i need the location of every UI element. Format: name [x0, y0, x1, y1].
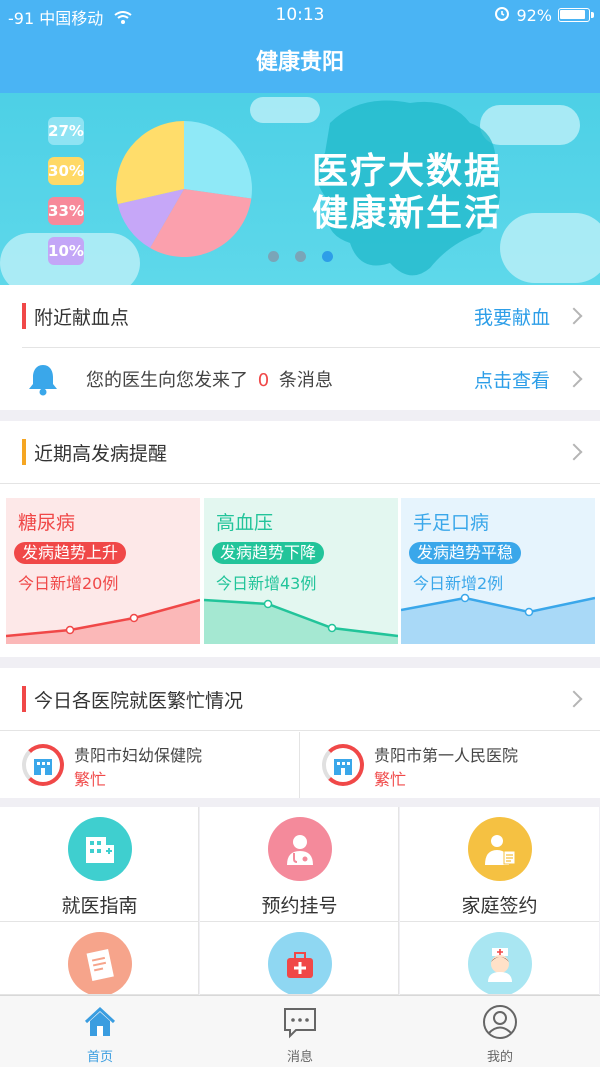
disease-alert-title: 近期高发病提醒 [34, 442, 168, 465]
legend-tag: 33% [48, 197, 84, 225]
hospital-icon [322, 744, 364, 786]
service-records[interactable] [0, 922, 199, 995]
chevron-right-icon [565, 690, 583, 708]
banner-slogan: 医疗大数据 健康新生活 [312, 151, 502, 235]
tab-home[interactable]: 首页 [0, 996, 200, 1067]
message-icon [284, 1008, 316, 1039]
bell-icon [26, 362, 60, 400]
divider [0, 483, 600, 484]
banner-carousel[interactable]: 27% 30% 33% 10% 医疗大数据 健康新生活 [0, 93, 600, 285]
carousel-dot[interactable] [295, 251, 306, 262]
tab-profile[interactable]: 我的 [400, 996, 600, 1067]
view-messages-link[interactable]: 点击查看 [474, 366, 550, 393]
hospital-item[interactable]: 贵阳市妇幼保健院 繁忙 [0, 732, 299, 796]
chevron-right-icon [565, 307, 583, 325]
banner-line-1: 医疗大数据 [312, 151, 503, 192]
medical-kit-icon [268, 932, 332, 994]
divider [0, 730, 600, 731]
tab-label: 我的 [486, 1050, 513, 1065]
disease-card-diabetes[interactable]: 糖尿病 发病趋势上升 今日新增20例 [6, 498, 200, 644]
legend-tag: 27% [48, 117, 84, 145]
status-bar: -91 中国移动 10:13 92% [0, 0, 600, 30]
battery-icon [558, 8, 594, 22]
page-title: 健康贵阳 [255, 50, 344, 75]
home-icon [84, 1006, 116, 1036]
message-prefix: 您的医生向您发来了 [86, 370, 248, 391]
blood-donation-row[interactable]: 附近献血点 我要献血 [0, 285, 600, 347]
trend-badge: 发病趋势上升 [14, 542, 127, 564]
doctor-message-text: 您的医生向您发来了 0 条消息 [86, 366, 333, 392]
section-marker [22, 686, 26, 712]
tab-label: 首页 [86, 1050, 113, 1065]
hospital-icon [22, 744, 64, 786]
disease-card-hypertension[interactable]: 高血压 发病趋势下降 今日新增43例 [204, 498, 398, 644]
top-bar: -91 中国移动 10:13 92% 健康贵阳 [0, 0, 600, 93]
chevron-right-icon [565, 443, 583, 461]
service-family-contract[interactable]: 家庭签约 [400, 807, 599, 922]
doctor-icon [268, 817, 332, 881]
section-marker [22, 303, 26, 329]
tab-messages[interactable]: 消息 [200, 996, 400, 1067]
disease-name: 糖尿病 [18, 512, 76, 534]
hospital-item[interactable]: 贵阳市第一人民医院 繁忙 [300, 732, 599, 796]
status-right: 92% [494, 5, 594, 25]
trend-chart-diabetes [6, 598, 200, 644]
banner-line-2: 健康新生活 [312, 193, 503, 234]
trend-badge: 发病趋势平稳 [409, 542, 522, 564]
donate-blood-link[interactable]: 我要献血 [474, 303, 550, 330]
hospital-status: 繁忙 [74, 770, 107, 789]
quick-info-card: 附近献血点 我要献血 您的医生向您发来了 0 条消息 点击查看 [0, 285, 600, 410]
service-medical-kit[interactable] [200, 922, 399, 995]
disease-card-hfmd[interactable]: 手足口病 发病趋势平稳 今日新增2例 [401, 498, 595, 644]
hospital-name: 贵阳市第一人民医院 [374, 746, 519, 765]
tab-label: 消息 [286, 1050, 313, 1065]
battery-percent: 92% [516, 5, 552, 25]
service-nurse[interactable] [400, 922, 599, 995]
trend-badge: 发病趋势下降 [212, 542, 325, 564]
family-doctor-icon [468, 817, 532, 881]
pie-chart-graphic [116, 121, 252, 257]
profile-icon [483, 1005, 517, 1039]
legend-tag: 10% [48, 237, 84, 265]
hospital-status: 繁忙 [374, 770, 407, 789]
hospital-busy-title: 今日各医院就医繁忙情况 [34, 689, 244, 712]
carousel-dot[interactable] [268, 251, 279, 262]
disease-alert-header[interactable]: 近期高发病提醒 [0, 421, 600, 483]
disease-name: 高血压 [216, 512, 274, 534]
blood-donation-title: 附近献血点 [34, 306, 130, 329]
hospital-name: 贵阳市妇幼保健院 [74, 746, 203, 765]
alarm-icon [494, 5, 510, 25]
nurse-icon [468, 932, 532, 994]
trend-chart-hfmd [401, 593, 595, 644]
trend-chart-hypertension [204, 598, 398, 644]
service-guide[interactable]: 就医指南 [0, 807, 199, 922]
service-label: 就医指南 [61, 895, 138, 917]
service-appointment[interactable]: 预约挂号 [200, 807, 399, 922]
clipboard-icon [68, 932, 132, 994]
hospital-busy-header[interactable]: 今日各医院就医繁忙情况 [0, 668, 600, 730]
doctor-message-row[interactable]: 您的医生向您发来了 0 条消息 点击查看 [0, 348, 600, 410]
bottom-tab-bar: 首页 消息 我的 [0, 995, 600, 1067]
message-count: 0 [257, 370, 270, 391]
section-marker [22, 439, 26, 465]
chevron-right-icon [565, 370, 583, 388]
service-label: 预约挂号 [261, 895, 338, 917]
service-label: 家庭签约 [461, 895, 538, 917]
carousel-dots [268, 251, 333, 262]
legend-tag: 30% [48, 157, 84, 185]
disease-name: 手足口病 [413, 512, 490, 534]
message-suffix: 条消息 [278, 370, 333, 391]
carousel-dot-active[interactable] [322, 251, 333, 262]
cloud-decoration [500, 213, 600, 283]
hospital-building-icon [68, 817, 132, 881]
